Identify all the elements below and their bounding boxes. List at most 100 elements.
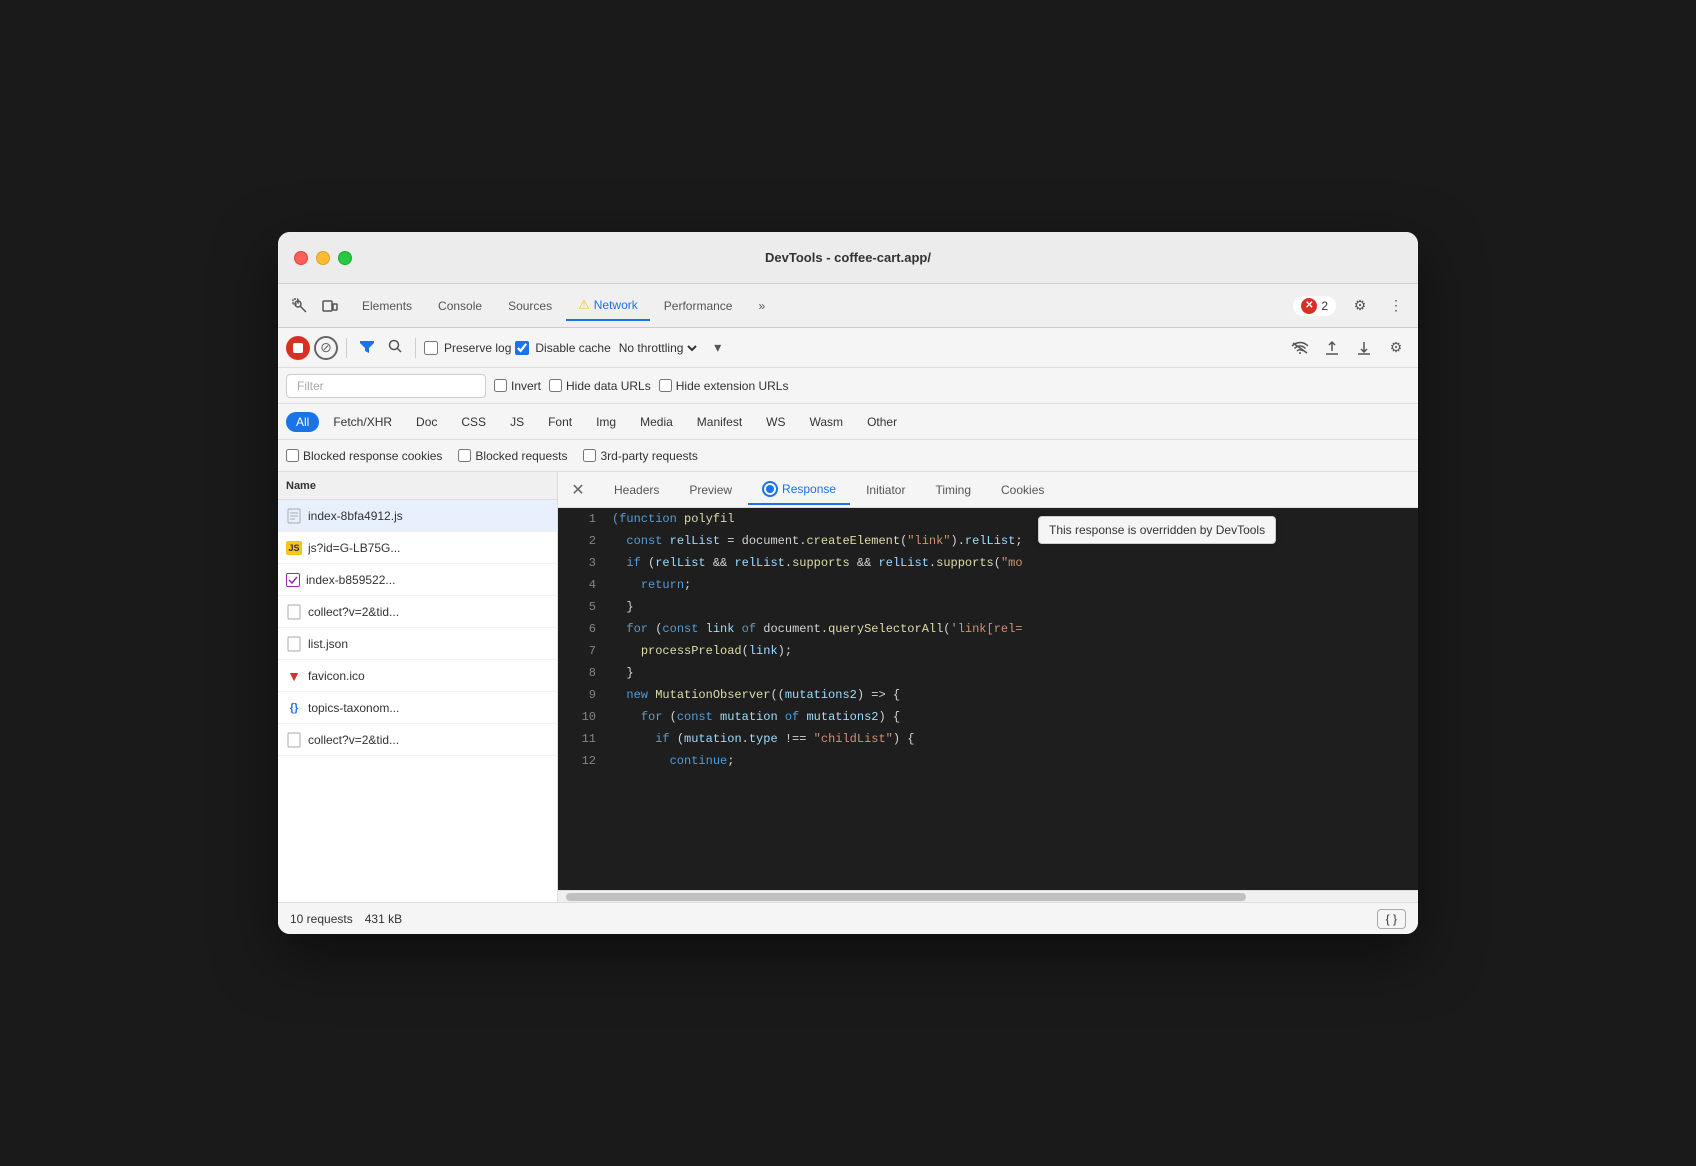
tab-console[interactable]: Console [426, 293, 494, 319]
doc-icon2 [286, 732, 302, 748]
type-css-button[interactable]: CSS [451, 412, 496, 432]
blocked-cookies-checkbox[interactable] [286, 449, 299, 462]
list-item[interactable]: {} topics-taxonom... [278, 692, 557, 724]
type-wasm-button[interactable]: Wasm [800, 412, 854, 432]
scrollbar-thumb[interactable] [566, 893, 1246, 901]
minimize-button[interactable] [316, 251, 330, 265]
upload-icon[interactable] [1318, 334, 1346, 362]
list-item[interactable]: index-8bfa4912.js [278, 500, 557, 532]
type-ws-button[interactable]: WS [756, 412, 795, 432]
checkbox-icon [286, 573, 300, 587]
request-name: index-8bfa4912.js [308, 509, 549, 523]
window-title: DevTools - coffee-cart.app/ [765, 250, 931, 265]
throttle-expand-icon[interactable]: ▾ [704, 334, 732, 362]
hide-extension-urls-checkbox[interactable] [659, 379, 672, 392]
tab-more[interactable]: » [746, 293, 777, 319]
line-content: if (mutation.type !== "childList") { [612, 728, 1410, 750]
list-item[interactable]: JS js?id=G-LB75G... [278, 532, 557, 564]
tab-performance[interactable]: Performance [652, 293, 745, 319]
tab-cookies[interactable]: Cookies [987, 477, 1058, 503]
type-other-button[interactable]: Other [857, 412, 907, 432]
tab-network[interactable]: ⚠ Network [566, 291, 650, 321]
type-js-button[interactable]: JS [500, 412, 534, 432]
hide-data-urls-checkbox[interactable] [549, 379, 562, 392]
type-all-button[interactable]: All [286, 412, 319, 432]
close-button[interactable] [294, 251, 308, 265]
record-button[interactable] [286, 336, 310, 360]
filter-button[interactable] [355, 334, 379, 361]
invert-label[interactable]: Invert [494, 379, 541, 393]
code-line-11: 11 if (mutation.type !== "childList") { [558, 728, 1418, 750]
throttle-select[interactable]: No throttling Fast 3G Slow 3G [615, 340, 700, 356]
warning-icon: ⚠ [578, 297, 590, 313]
filter-row: Invert Hide data URLs Hide extension URL… [278, 368, 1418, 404]
tab-response[interactable]: Response [748, 475, 850, 505]
tab-timing[interactable]: Timing [921, 477, 985, 503]
device-icon[interactable] [316, 292, 344, 320]
hide-data-urls-label[interactable]: Hide data URLs [549, 379, 651, 393]
tab-headers[interactable]: Headers [600, 477, 673, 503]
pretty-print-button[interactable]: { } [1377, 909, 1406, 929]
line-content: if (relList && relList.supports && relLi… [612, 552, 1410, 574]
type-media-button[interactable]: Media [630, 412, 683, 432]
blocked-requests-label[interactable]: Blocked requests [458, 449, 567, 463]
type-fetch-xhr-button[interactable]: Fetch/XHR [323, 412, 402, 432]
tab-initiator[interactable]: Initiator [852, 477, 919, 503]
download-icon[interactable] [1350, 334, 1378, 362]
type-font-button[interactable]: Font [538, 412, 582, 432]
horizontal-scrollbar[interactable] [558, 890, 1418, 902]
list-item[interactable]: collect?v=2&tid... [278, 596, 557, 628]
code-line-7: 7 processPreload(link); [558, 640, 1418, 662]
third-party-checkbox[interactable] [583, 449, 596, 462]
favicon-icon: ▼ [286, 668, 302, 684]
line-number: 4 [566, 574, 596, 596]
error-badge[interactable]: ✕ 2 [1293, 296, 1336, 316]
tab-elements[interactable]: Elements [350, 293, 424, 319]
request-name: collect?v=2&tid... [308, 733, 549, 747]
hide-extension-urls-label[interactable]: Hide extension URLs [659, 379, 789, 393]
disable-cache-label[interactable]: Disable cache [515, 341, 610, 355]
disable-cache-checkbox[interactable] [515, 341, 529, 355]
preserve-log-checkbox[interactable] [424, 341, 438, 355]
line-number: 6 [566, 618, 596, 640]
type-doc-button[interactable]: Doc [406, 412, 447, 432]
list-item[interactable]: list.json [278, 628, 557, 660]
inspect-icon[interactable] [286, 292, 314, 320]
settings-button[interactable]: ⚙ [1346, 292, 1374, 320]
radio-icon [762, 481, 778, 497]
list-item[interactable]: ▼ favicon.ico [278, 660, 557, 692]
request-name: index-b859522... [306, 573, 549, 587]
search-button[interactable] [383, 334, 407, 361]
more-button[interactable]: ⋮ [1382, 292, 1410, 320]
code-line-9: 9 new MutationObserver((mutations2) => { [558, 684, 1418, 706]
network-settings-icon[interactable]: ⚙ [1382, 334, 1410, 362]
type-manifest-button[interactable]: Manifest [687, 412, 752, 432]
maximize-button[interactable] [338, 251, 352, 265]
line-content: for (const link of document.querySelecto… [612, 618, 1410, 640]
main-content: Name index-8bfa4912.js JS js?id=G-LB75G.… [278, 472, 1418, 902]
code-line-4: 4 return; [558, 574, 1418, 596]
invert-checkbox[interactable] [494, 379, 507, 392]
doc-icon [286, 508, 302, 524]
line-number: 10 [566, 706, 596, 728]
request-name: favicon.ico [308, 669, 549, 683]
blocked-cookies-label[interactable]: Blocked response cookies [286, 449, 442, 463]
preserve-log-label[interactable]: Preserve log [424, 341, 511, 355]
line-content: return; [612, 574, 1410, 596]
requests-panel: Name index-8bfa4912.js JS js?id=G-LB75G.… [278, 472, 558, 902]
close-detail-button[interactable]: ✕ [566, 478, 590, 502]
clear-button[interactable]: ⊘ [314, 336, 338, 360]
wifi-icon[interactable] [1286, 334, 1314, 362]
filter-input[interactable] [286, 374, 486, 398]
blocked-requests-checkbox[interactable] [458, 449, 471, 462]
detail-panel: ✕ Headers Preview Response Initiator Tim… [558, 472, 1418, 902]
list-item[interactable]: index-b859522... [278, 564, 557, 596]
tab-preview[interactable]: Preview [675, 477, 746, 503]
code-line-10: 10 for (const mutation of mutations2) { [558, 706, 1418, 728]
third-party-label[interactable]: 3rd-party requests [583, 449, 697, 463]
type-img-button[interactable]: Img [586, 412, 626, 432]
devtools-window: DevTools - coffee-cart.app/ Elements [278, 232, 1418, 934]
list-item[interactable]: collect?v=2&tid... [278, 724, 557, 756]
status-bar: 10 requests 431 kB { } [278, 902, 1418, 934]
tab-sources[interactable]: Sources [496, 293, 564, 319]
